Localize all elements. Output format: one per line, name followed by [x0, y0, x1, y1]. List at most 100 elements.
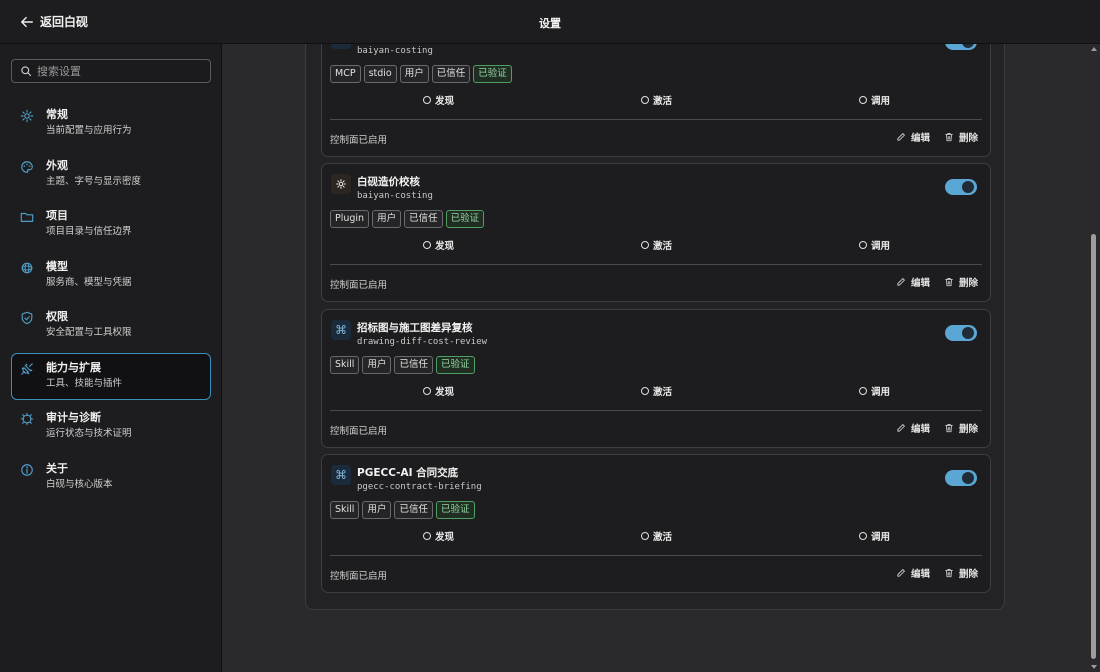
trash-icon — [945, 569, 953, 578]
stage-label: 调用 — [871, 241, 891, 252]
circle-icon — [423, 241, 431, 249]
sidebar-item-title: 常规 — [46, 108, 68, 121]
sidebar-item-general[interactable]: 常规 当前配置与应用行为 — [11, 100, 211, 147]
vertical-scrollbar[interactable] — [1088, 44, 1100, 672]
stage-invoke: 调用 — [859, 238, 890, 252]
toggle-knob — [962, 327, 974, 339]
edit-label: 编辑 — [910, 424, 930, 435]
sidebar-item-models[interactable]: 模型 服务商、模型与凭据 — [11, 252, 211, 299]
mcp-icon — [331, 44, 351, 49]
tag-list: Skill 用户 已信任 已验证 — [330, 356, 475, 374]
delete-label: 删除 — [958, 569, 978, 580]
sidebar-item-title: 审计与诊断 — [46, 411, 101, 424]
verified-tag: 已验证 — [445, 210, 485, 228]
edit-label: 编辑 — [910, 133, 930, 144]
stage-row: 发现 激活 调用 — [322, 93, 992, 107]
delete-button[interactable]: 删除 — [944, 566, 978, 580]
sidebar-item-extensions[interactable]: 能力与扩展 工具、技能与插件 — [11, 352, 211, 400]
sidebar-item-subtitle: 服务商、模型与凭据 — [46, 276, 132, 288]
sidebar-item-subtitle: 当前配置与应用行为 — [46, 125, 132, 136]
gear-icon — [20, 109, 34, 123]
edit-button[interactable]: 编辑 — [896, 130, 930, 144]
palette-icon — [20, 160, 34, 174]
circle-icon — [641, 532, 649, 540]
info-icon — [20, 463, 34, 477]
sidebar-item-title: 关于 — [46, 461, 68, 475]
extension-title: PGECC-AI 合同交底 — [357, 467, 459, 479]
tag: Skill — [330, 501, 360, 519]
tag: MCP — [330, 65, 361, 83]
extension-card: ⌘ PGECC-AI 合同交底 pgecc-contract-briefing … — [321, 454, 991, 593]
tag-list: Plugin 用户 已信任 已验证 — [330, 210, 485, 228]
sidebar-item-subtitle: 项目目录与信任边界 — [46, 226, 132, 237]
page-title: 设置 — [539, 17, 561, 30]
delete-button[interactable]: 删除 — [944, 421, 978, 435]
audit-icon — [20, 412, 34, 426]
enable-toggle[interactable] — [945, 325, 977, 341]
extension-id: pgecc-contract-briefing — [357, 482, 482, 492]
settings-sidebar: 常规 当前配置与应用行为 外观 主题、字号与显示密度 项目 项目目录与信任边界 … — [0, 44, 222, 672]
stage-row: 发现 激活 调用 — [322, 238, 992, 252]
stage-label: 激活 — [653, 96, 673, 107]
extension-card: 白砚造价校核 baiyan-costing Plugin 用户 已信任 已验证 … — [321, 163, 991, 302]
search-input[interactable] — [37, 64, 197, 78]
sidebar-item-title: 外观 — [46, 158, 68, 172]
stage-row: 发现 激活 调用 — [322, 529, 992, 543]
tag-list: Skill 用户 已信任 已验证 — [330, 501, 475, 519]
sidebar-item-audit[interactable]: 审计与诊断 运行状态与技术证明 — [11, 403, 211, 450]
enable-toggle[interactable] — [945, 44, 977, 50]
edit-button[interactable]: 编辑 — [896, 421, 930, 435]
delete-button[interactable]: 删除 — [944, 130, 978, 144]
sidebar-item-title: 权限 — [46, 310, 68, 323]
scroll-up-arrow-icon[interactable] — [1091, 47, 1097, 51]
stage-discover: 发现 — [423, 529, 454, 543]
edit-label: 编辑 — [910, 569, 930, 580]
card-actions: 编辑 删除 — [896, 275, 978, 289]
edit-button[interactable]: 编辑 — [896, 275, 930, 289]
search-box[interactable] — [11, 59, 211, 83]
circle-icon — [859, 532, 867, 540]
verified-tag: 已验证 — [435, 501, 475, 519]
sidebar-item-permissions[interactable]: 权限 安全配置与工具权限 — [11, 302, 211, 349]
enable-toggle[interactable] — [945, 470, 977, 486]
sidebar-item-about[interactable]: 关于 白砚与核心版本 — [11, 454, 211, 501]
stage-activate: 激活 — [641, 384, 672, 398]
delete-button[interactable]: 删除 — [944, 275, 978, 289]
circle-icon — [641, 96, 649, 104]
tag: 用户 — [399, 65, 429, 83]
settings-main: baiyan-costing MCP stdio 用户 已信任 已验证 发现 激… — [223, 44, 1088, 672]
extension-id: baiyan-costing — [357, 191, 433, 201]
scroll-thumb[interactable] — [1091, 234, 1096, 659]
sidebar-item-projects[interactable]: 项目 项目目录与信任边界 — [11, 201, 211, 248]
scroll-down-arrow-icon[interactable] — [1091, 665, 1097, 669]
stage-discover: 发现 — [423, 384, 454, 398]
shield-icon — [20, 311, 34, 325]
tag: stdio — [363, 65, 397, 83]
divider — [330, 410, 982, 411]
tag: 用户 — [362, 356, 392, 374]
edit-button[interactable]: 编辑 — [896, 566, 930, 580]
delete-label: 删除 — [958, 133, 978, 144]
search-icon — [21, 66, 32, 77]
sidebar-item-appearance[interactable]: 外观 主题、字号与显示密度 — [11, 151, 211, 198]
sidebar-item-subtitle: 工具、技能与插件 — [46, 377, 123, 389]
sidebar-item-title: 项目 — [46, 209, 68, 222]
stage-invoke: 调用 — [859, 384, 890, 398]
extension-id: baiyan-costing — [357, 46, 433, 56]
stage-label: 激活 — [653, 532, 673, 543]
sidebar-item-title: 模型 — [46, 259, 68, 273]
stage-label: 发现 — [435, 96, 455, 107]
enable-toggle[interactable] — [945, 179, 977, 195]
tag: Skill — [330, 356, 360, 374]
circle-icon — [859, 387, 867, 395]
stage-activate: 激活 — [641, 529, 672, 543]
circle-icon — [641, 387, 649, 395]
delete-label: 删除 — [958, 424, 978, 435]
circle-icon — [641, 241, 649, 249]
stage-activate: 激活 — [641, 238, 672, 252]
toggle-knob — [962, 44, 974, 48]
circle-icon — [859, 96, 867, 104]
verified-tag: 已验证 — [435, 356, 475, 374]
circle-icon — [423, 96, 431, 104]
status-text: 控制面已启用 — [330, 571, 388, 582]
